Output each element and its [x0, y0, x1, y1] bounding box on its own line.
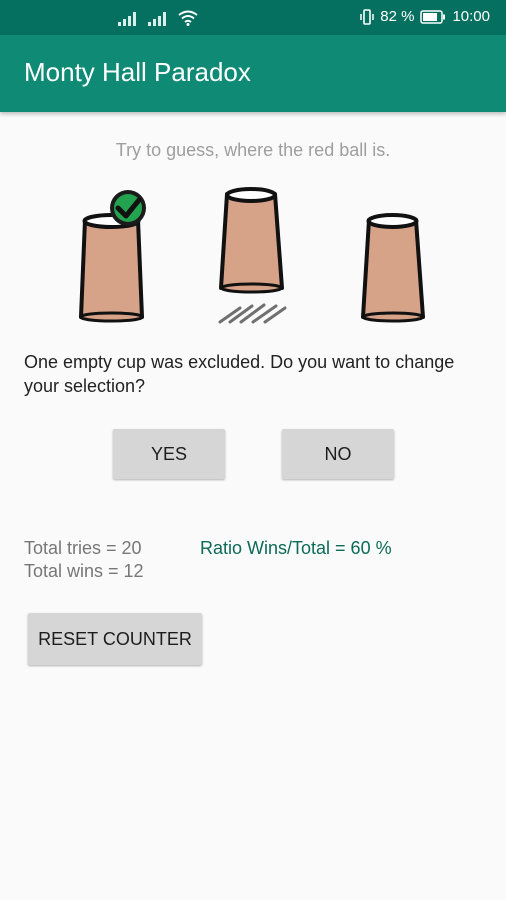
cups-area: [0, 180, 506, 330]
cup-1[interactable]: [79, 213, 144, 323]
status-bar: 82 % 10:00: [0, 0, 506, 35]
battery-percent: 82 %: [380, 8, 415, 25]
battery-icon: [420, 9, 446, 24]
app-title: Monty Hall Paradox: [24, 57, 251, 87]
hint-text: Try to guess, where the red ball is.: [115, 140, 391, 160]
vibrate-icon: [360, 8, 374, 25]
total-tries: Total tries = 20: [24, 538, 142, 558]
cup-2[interactable]: [219, 187, 284, 294]
reset-counter-button[interactable]: RESET COUNTER: [28, 613, 202, 665]
wifi-icon: [178, 10, 198, 26]
shadow-lines: [218, 303, 287, 324]
ratio-text: Ratio Wins/Total = 60 %: [200, 538, 392, 558]
question-text: One empty cup was excluded. Do you want …: [24, 352, 455, 396]
app-bar: Monty Hall Paradox: [0, 35, 506, 112]
signal-icon: [118, 12, 136, 26]
clock: 10:00: [452, 8, 490, 25]
cup-3[interactable]: [361, 213, 425, 323]
signal-icon: [148, 12, 166, 26]
yes-button[interactable]: YES: [113, 429, 225, 479]
no-button[interactable]: NO: [282, 429, 394, 479]
total-wins: Total wins = 12: [24, 561, 144, 581]
check-icon: [110, 190, 146, 226]
